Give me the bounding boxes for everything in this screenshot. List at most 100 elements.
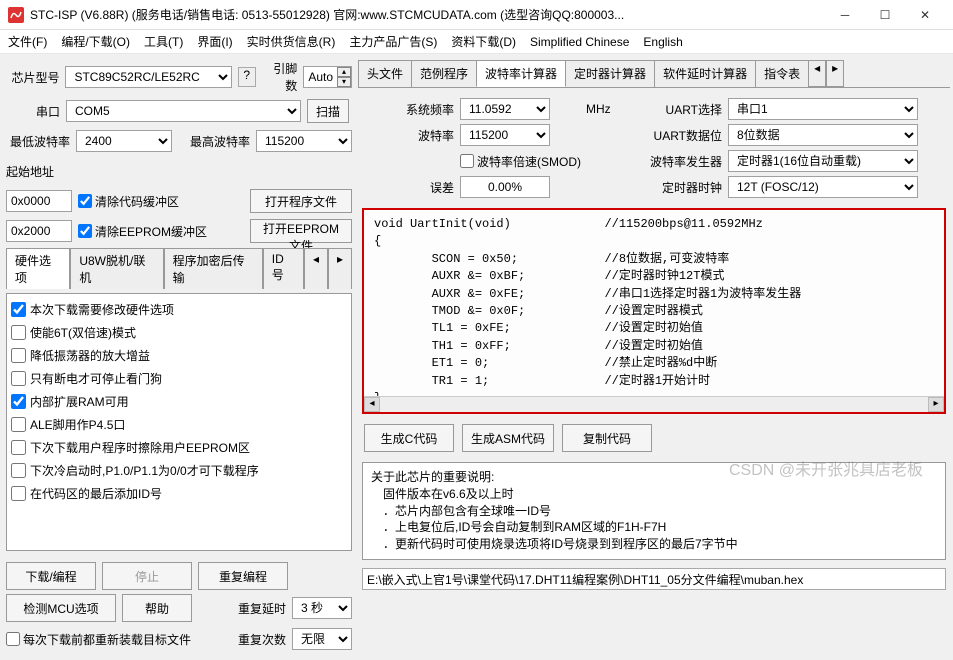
tab-header[interactable]: 头文件 — [358, 60, 412, 87]
clear-eeprom-check[interactable]: 清除EEPROM缓冲区 — [78, 223, 207, 240]
copy-code-button[interactable]: 复制代码 — [562, 424, 652, 452]
menu-supply[interactable]: 实时供货信息(R) — [247, 33, 336, 50]
maxbaud-select[interactable]: 115200 — [256, 130, 352, 152]
tab-encrypt[interactable]: 程序加密后传输 — [164, 248, 263, 289]
minbaud-label: 最低波特率 — [6, 133, 70, 150]
close-button[interactable]: ✕ — [905, 1, 945, 29]
port-label: 串口 — [6, 103, 60, 120]
file-path: E:\嵌入式\上官1号\课堂代码\17.DHT11编程案例\DHT11_05分文… — [362, 568, 946, 590]
gen-select[interactable]: 定时器1(16位自动重载) — [728, 150, 918, 172]
chip-select[interactable]: STC89C52RC/LE52RC — [65, 66, 231, 88]
open-code-button[interactable]: 打开程序文件 — [250, 189, 352, 213]
scroll-left-icon[interactable]: ◂ — [364, 397, 380, 412]
detect-mcu-button[interactable]: 检测MCU选项 — [6, 594, 116, 622]
minbaud-select[interactable]: 2400 — [76, 130, 172, 152]
sysfreq-label: 系统频率 — [364, 101, 454, 118]
left-panel: 芯片型号 STC89C52RC/LE52RC ? 引脚数 Auto▴▾ 串口 C… — [6, 60, 352, 652]
tab-left-nav-r[interactable]: ▸ — [328, 248, 352, 289]
chip-q-icon[interactable]: ? — [238, 67, 256, 87]
menu-lang-cn[interactable]: Simplified Chinese — [530, 35, 629, 49]
tab-delay-calc[interactable]: 软件延时计算器 — [654, 60, 756, 87]
scan-button[interactable]: 扫描 — [307, 99, 349, 123]
repeat-delay-label: 重复延时 — [238, 600, 286, 617]
tab-hwopt[interactable]: 硬件选项 — [6, 248, 70, 289]
note-line: ．芯片内部包含有全球唯一ID号 — [371, 503, 937, 520]
sysfreq-select[interactable]: 11.0592 — [460, 98, 550, 120]
sysfreq-unit: MHz — [586, 102, 626, 116]
tab-example[interactable]: 范例程序 — [411, 60, 477, 87]
reload-each-download[interactable]: 每次下载前都重新装载目标文件 — [6, 631, 191, 648]
menu-program[interactable]: 编程/下载(O) — [61, 33, 130, 50]
help-button[interactable]: 帮助 — [122, 594, 192, 622]
reprogram-button[interactable]: 重复编程 — [198, 562, 288, 590]
err-value — [460, 176, 550, 198]
note-line: ．更新代码时可使用烧录选项将ID号烧录到到程序区的最后7字节中 — [371, 536, 937, 553]
menu-ui[interactable]: 界面(I) — [197, 33, 232, 50]
menu-tools[interactable]: 工具(T) — [144, 33, 183, 50]
uart-sel-label: UART选择 — [632, 101, 722, 118]
databit-label: UART数据位 — [632, 127, 722, 144]
pin-count[interactable]: Auto▴▾ — [303, 66, 352, 88]
uart-sel[interactable]: 串口1 — [728, 98, 918, 120]
pin-label: 引脚数 — [262, 60, 298, 94]
repeat-count-label: 重复次数 — [238, 631, 286, 648]
tab-baud-calc[interactable]: 波特率计算器 — [476, 60, 566, 87]
hw-option-6[interactable]: 下次下载用户程序时擦除用户EEPROM区 — [9, 436, 349, 459]
app-icon — [8, 7, 24, 23]
maxbaud-label: 最高波特率 — [178, 133, 250, 150]
tclk-label: 定时器时钟 — [632, 179, 722, 196]
stop-button[interactable]: 停止 — [102, 562, 192, 590]
hw-option-1[interactable]: 使能6T(双倍速)模式 — [9, 321, 349, 344]
menu-ads[interactable]: 主力产品广告(S) — [349, 33, 437, 50]
code-text[interactable]: void UartInit(void) //115200bps@11.0592M… — [364, 210, 944, 396]
titlebar: STC-ISP (V6.88R) (服务电话/销售电话: 0513-550129… — [0, 0, 953, 30]
open-eeprom-button[interactable]: 打开EEPROM文件 — [250, 219, 352, 243]
tclk-select[interactable]: 12T (FOSC/12) — [728, 176, 918, 198]
hw-option-2[interactable]: 降低振荡器的放大增益 — [9, 344, 349, 367]
gen-c-button[interactable]: 生成C代码 — [364, 424, 454, 452]
chip-notes: 关于此芯片的重要说明: 固件版本在v6.6及以上时 ．芯片内部包含有全球唯一ID… — [362, 462, 946, 560]
hw-option-5[interactable]: ALE脚用作P4.5口 — [9, 413, 349, 436]
menu-download[interactable]: 资料下载(D) — [451, 33, 516, 50]
code-area: void UartInit(void) //115200bps@11.0592M… — [362, 208, 946, 414]
chip-label: 芯片型号 — [6, 69, 59, 86]
tab-left-nav-l[interactable]: ◂ — [304, 248, 328, 289]
menubar: 文件(F) 编程/下载(O) 工具(T) 界面(I) 实时供货信息(R) 主力产… — [0, 30, 953, 54]
baud-label: 波特率 — [364, 127, 454, 144]
menu-file[interactable]: 文件(F) — [8, 33, 47, 50]
databit-select[interactable]: 8位数据 — [728, 124, 918, 146]
code-scrollbar[interactable]: ◂ ▸ — [364, 396, 944, 412]
eeprom-addr-input[interactable] — [6, 220, 72, 242]
hw-option-3[interactable]: 只有断电才可停止看门狗 — [9, 367, 349, 390]
hw-option-7[interactable]: 下次冷启动时,P1.0/P1.1为0/0才可下载程序 — [9, 459, 349, 482]
repeat-delay-select[interactable]: 3 秒 — [292, 597, 352, 619]
tab-timer-calc[interactable]: 定时器计算器 — [565, 60, 655, 87]
hw-option-4[interactable]: 内部扩展RAM可用 — [9, 390, 349, 413]
minimize-button[interactable]: ─ — [825, 1, 865, 29]
baud-form: 系统频率 11.0592 MHz UART选择 串口1 波特率 115200 U… — [358, 92, 950, 204]
notes-header: 关于此芯片的重要说明: — [371, 469, 937, 486]
maximize-button[interactable]: ☐ — [865, 1, 905, 29]
baud-select[interactable]: 115200 — [460, 124, 550, 146]
port-select[interactable]: COM5 — [66, 100, 301, 122]
tab-id[interactable]: ID号 — [263, 248, 304, 289]
menu-lang-en[interactable]: English — [643, 35, 682, 49]
tab-nav-right[interactable]: ▸ — [826, 60, 844, 87]
left-tabs: 硬件选项 U8W脱机/联机 程序加密后传输 ID号 ◂ ▸ — [6, 248, 352, 289]
repeat-count-select[interactable]: 无限 — [292, 628, 352, 650]
gen-asm-button[interactable]: 生成ASM代码 — [462, 424, 554, 452]
smod-check[interactable]: 波特率倍速(SMOD) — [460, 153, 626, 170]
right-panel: 头文件 范例程序 波特率计算器 定时器计算器 软件延时计算器 指令表 ◂ ▸ 系… — [358, 60, 950, 652]
hw-option-8[interactable]: 在代码区的最后添加ID号 — [9, 482, 349, 505]
note-line: ．上电复位后,ID号会自动复制到RAM区域的F1H-F7H — [371, 519, 937, 536]
tab-instr[interactable]: 指令表 — [755, 60, 809, 87]
tab-u8w[interactable]: U8W脱机/联机 — [70, 248, 163, 289]
gen-label: 波特率发生器 — [632, 153, 722, 170]
scroll-right-icon[interactable]: ▸ — [928, 397, 944, 412]
download-button[interactable]: 下载/编程 — [6, 562, 96, 590]
right-tabs: 头文件 范例程序 波特率计算器 定时器计算器 软件延时计算器 指令表 ◂ ▸ — [358, 60, 950, 88]
tab-nav-left[interactable]: ◂ — [808, 60, 826, 87]
hw-option-0[interactable]: 本次下载需要修改硬件选项 — [9, 298, 349, 321]
clear-code-check[interactable]: 清除代码缓冲区 — [78, 193, 179, 210]
code-addr-input[interactable] — [6, 190, 72, 212]
